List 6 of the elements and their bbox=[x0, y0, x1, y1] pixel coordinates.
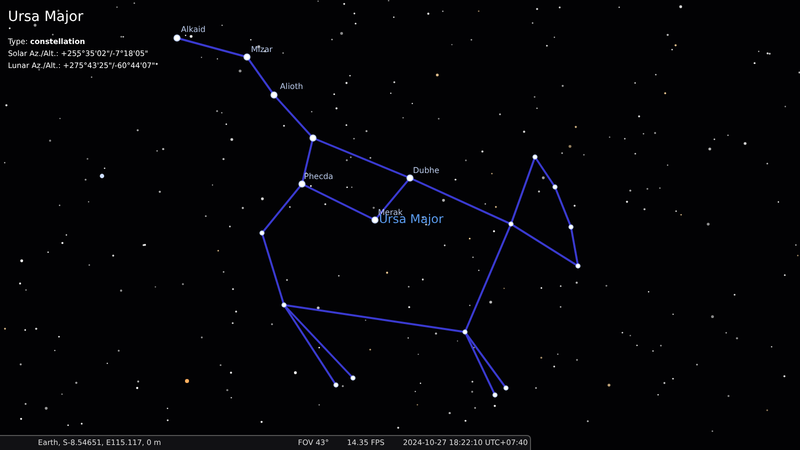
star-label: Mizar bbox=[251, 46, 273, 54]
star-label: Alioth bbox=[280, 83, 304, 91]
star-label: Dubhe bbox=[413, 167, 440, 175]
star-label: Alkaid bbox=[181, 26, 206, 34]
star-label: Phecda bbox=[304, 173, 334, 181]
object-title: Ursa Major bbox=[8, 8, 84, 26]
